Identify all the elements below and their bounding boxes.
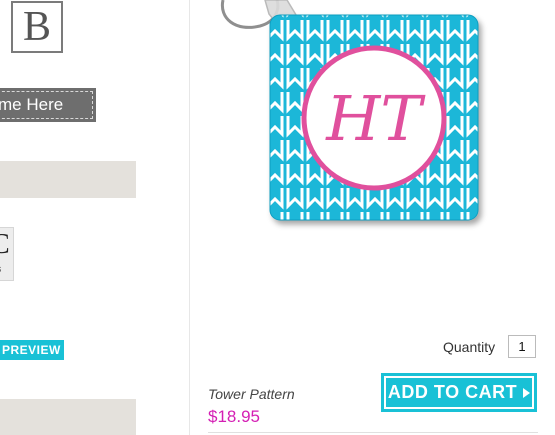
brand-logo: B <box>11 1 63 53</box>
name-text-value: me Here <box>0 91 93 119</box>
divider-line <box>208 432 538 433</box>
font-sample-caption: rs <box>0 264 1 276</box>
add-to-cart-face: ADD TO CART <box>384 376 534 409</box>
quantity-input[interactable] <box>508 335 536 358</box>
product-name: Tower Pattern <box>208 386 295 402</box>
monogram-text: HT <box>325 82 426 155</box>
arrow-right-icon <box>523 387 531 398</box>
option-bar[interactable] <box>0 399 136 435</box>
name-text-input[interactable]: me Here <box>0 88 96 122</box>
font-option[interactable]: C rs <box>0 227 14 281</box>
product-price: $18.95 <box>208 407 260 426</box>
customizer-panel: B me Here C rs PREVIEW <box>0 0 190 435</box>
option-bar[interactable] <box>0 161 136 198</box>
add-to-cart-label: ADD TO CART <box>387 382 518 402</box>
font-sample-letter: C <box>0 229 10 260</box>
quantity-label: Quantity <box>443 339 496 355</box>
add-to-cart-button[interactable]: ADD TO CART <box>381 373 537 412</box>
panel-divider <box>189 0 190 435</box>
product-image: HT <box>220 0 479 221</box>
preview-button[interactable]: PREVIEW <box>0 340 64 360</box>
